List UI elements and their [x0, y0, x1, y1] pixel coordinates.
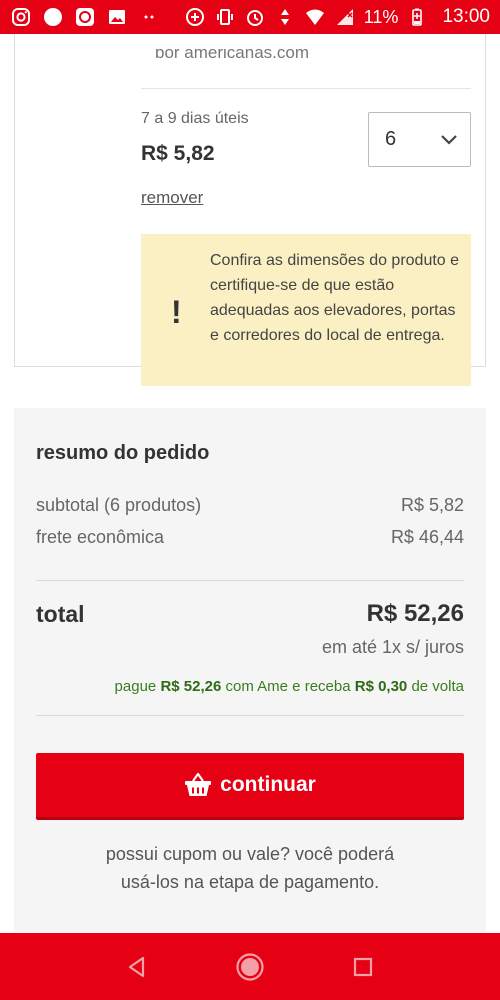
circle-icon	[42, 6, 64, 28]
shipping-label: frete econômica	[36, 527, 165, 547]
continue-button[interactable]: continuar	[36, 753, 464, 820]
image-icon	[106, 6, 128, 28]
chevron-down-icon	[441, 134, 457, 145]
instagram-icon	[10, 6, 32, 28]
ame-cashback-text: pague R$ 52,26 com Ame e receba R$ 0,30 …	[115, 678, 464, 695]
coupon-line-2: usá-los na etapa de pagamento.	[120, 872, 380, 892]
wifi-icon	[304, 6, 326, 28]
battery-percent: 11%	[363, 6, 399, 27]
ame-cashback: R$ 0,30	[354, 678, 408, 695]
total-label: total	[36, 601, 85, 627]
divider	[36, 715, 464, 716]
shipping-row: frete econômica R$ 46,44	[36, 527, 464, 548]
order-summary: resumo do pedido subtotal (6 produtos) R…	[14, 408, 486, 932]
app-icon	[74, 6, 96, 28]
back-triangle-icon	[128, 956, 144, 977]
total-value: R$ 52,26	[366, 600, 464, 627]
item-price: R$ 5,82	[141, 142, 215, 165]
back-button[interactable]	[117, 947, 157, 987]
continue-label: continuar	[220, 773, 316, 796]
subtotal-value: R$ 5,82	[400, 495, 464, 515]
data-saver-icon	[184, 6, 206, 28]
divider	[141, 88, 471, 89]
ame-amount: R$ 52,26	[160, 678, 222, 695]
clock: 13:00	[442, 6, 490, 27]
alarm-icon	[244, 6, 266, 28]
dimension-warning: ! Confira as dimensões do produto e cert…	[141, 234, 471, 386]
recents-square-icon	[354, 957, 373, 976]
more-dots-icon	[138, 6, 160, 28]
vibrate-icon	[214, 6, 236, 28]
remove-link[interactable]: remover	[141, 188, 203, 208]
warning-text: Confira as dimensões do produto e certif…	[210, 252, 460, 344]
summary-title: resumo do pedido	[36, 442, 210, 464]
navigation-bar	[0, 933, 500, 1000]
signal-icon	[334, 6, 356, 28]
installments-text: em até 1x s/ juros	[321, 637, 464, 657]
warning-icon: !	[171, 294, 182, 330]
coupon-line-1: possui cupom ou vale? você poderá	[105, 844, 395, 864]
data-arrows-icon	[274, 6, 296, 28]
ame-prefix: pague	[114, 678, 157, 695]
ame-middle: com Ame e receba	[225, 678, 351, 695]
home-circle-icon	[236, 952, 264, 981]
divider	[36, 580, 464, 581]
shipping-value: R$ 46,44	[390, 527, 464, 547]
subtotal-label: subtotal (6 produtos)	[36, 495, 202, 515]
basket-icon	[185, 772, 212, 796]
home-button[interactable]	[230, 947, 270, 987]
ame-suffix: de volta	[411, 678, 464, 695]
recents-button[interactable]	[343, 947, 383, 987]
quantity-value: 6	[385, 128, 397, 150]
coupon-info: possui cupom ou vale? você poderá usá-lo…	[36, 840, 464, 896]
battery-icon	[406, 6, 428, 28]
seller-text: por americanas.com	[155, 48, 310, 58]
delivery-time: 7 a 9 dias úteis	[141, 110, 249, 127]
cart-item-card: por americanas.com 7 a 9 dias úteis R$ 5…	[14, 34, 486, 386]
subtotal-row: subtotal (6 produtos) R$ 5,82	[36, 495, 464, 516]
quantity-select[interactable]: 6	[368, 112, 471, 167]
status-bar: 11% 13:00	[0, 0, 500, 34]
